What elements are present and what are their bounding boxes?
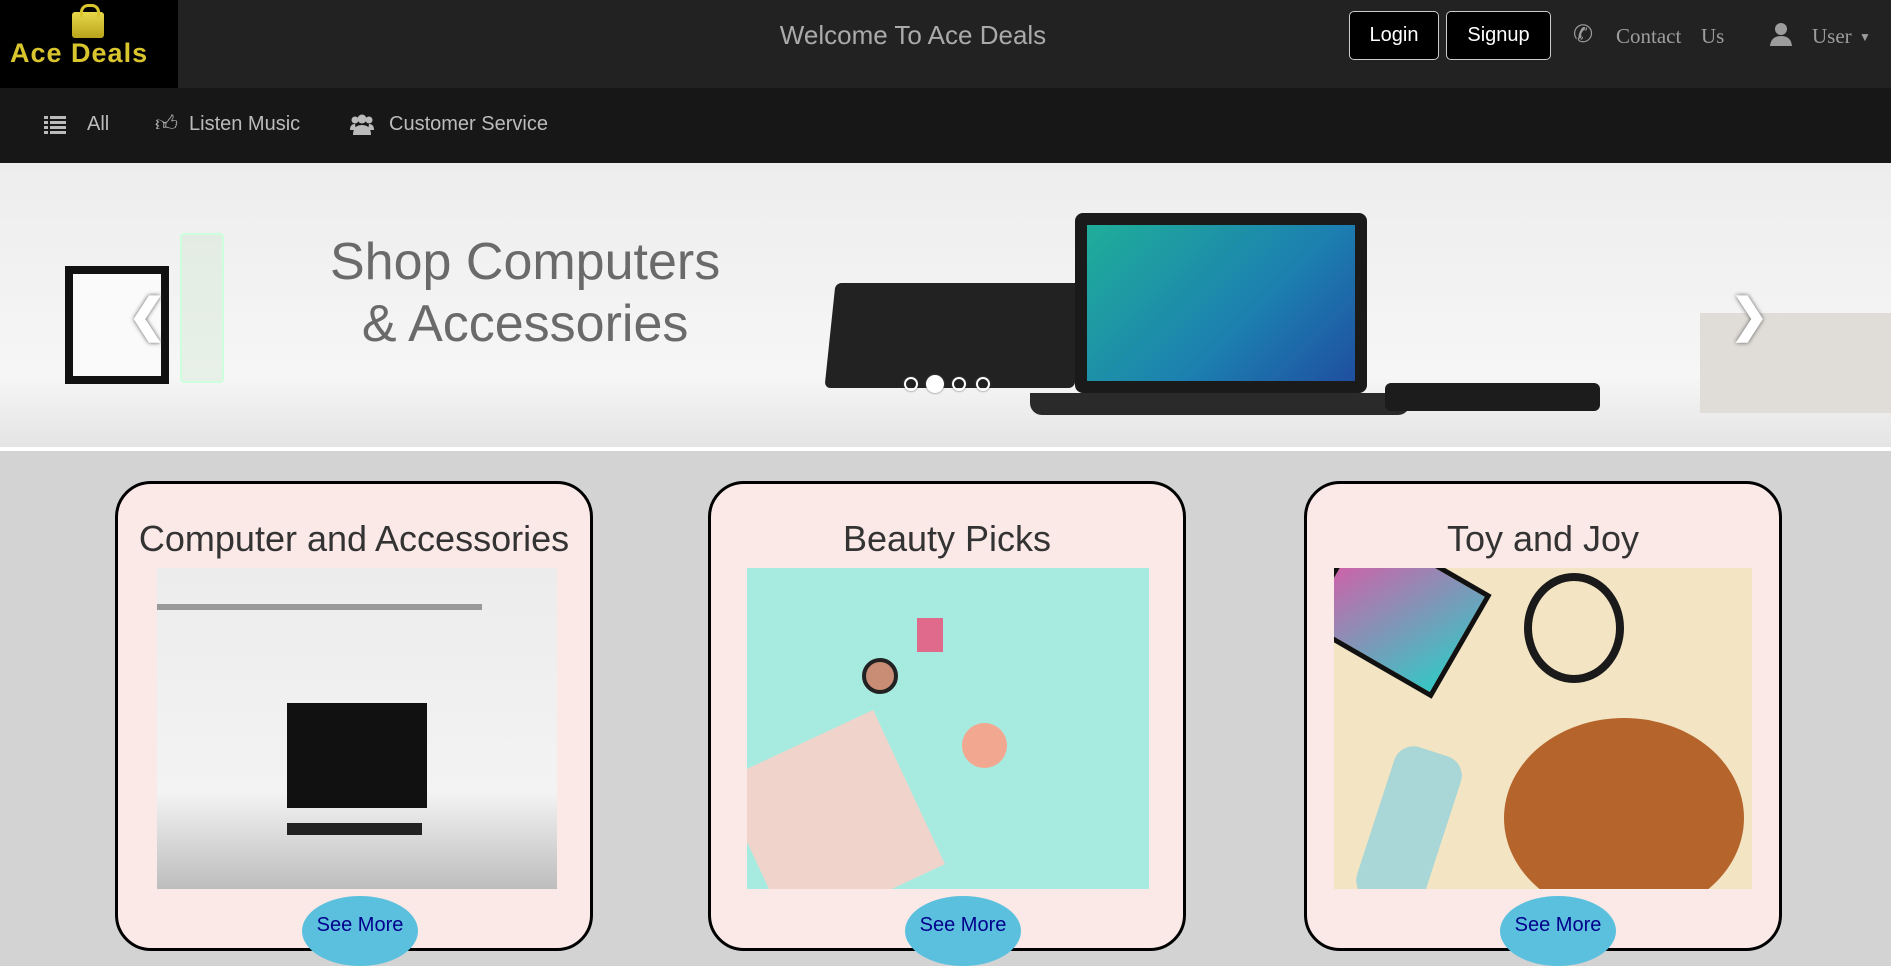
user-dropdown[interactable]: User xyxy=(1812,24,1852,49)
banner-divider xyxy=(0,447,1891,451)
toys-image xyxy=(1334,568,1752,889)
vase-image xyxy=(180,233,224,383)
signup-button[interactable]: Signup xyxy=(1446,11,1551,60)
nav-item-all[interactable]: All xyxy=(87,113,109,136)
nav-item-listen-music[interactable]: Listen Music xyxy=(189,113,300,136)
carousel-indicator-2[interactable] xyxy=(926,375,944,393)
carousel-indicator-3[interactable] xyxy=(952,377,966,391)
thumbs-up-icon: 👍︎ xyxy=(155,111,178,136)
contact-link[interactable]: Contact xyxy=(1616,24,1681,49)
user-icon xyxy=(1770,22,1792,51)
category-card-toys: Toy and Joy See More xyxy=(1304,481,1782,966)
laptop-image xyxy=(1075,213,1367,393)
banner-headline: Shop Computers & Accessories xyxy=(330,233,721,353)
nav-item-customer-service[interactable]: Customer Service xyxy=(389,113,548,136)
caret-down-icon[interactable]: ▼ xyxy=(1859,30,1871,44)
welcome-title: Welcome To Ace Deals xyxy=(779,20,1047,50)
carousel-next-arrow[interactable]: ❯ xyxy=(1730,288,1769,342)
desk-items-image xyxy=(1700,313,1891,413)
users-icon xyxy=(350,114,374,142)
see-more-button[interactable]: See More xyxy=(302,896,418,966)
top-header: Ace Deals Welcome To Ace Deals Login Sig… xyxy=(0,0,1891,88)
card-title: Beauty Picks xyxy=(842,518,1052,559)
category-card-computers: Computer and Accessories See More xyxy=(115,481,593,966)
login-button[interactable]: Login xyxy=(1349,11,1439,60)
computer-desk-image xyxy=(157,568,557,889)
hero-carousel[interactable]: Shop Computers & Accessories ❮ ❯ xyxy=(0,163,1891,447)
list-icon xyxy=(44,115,66,141)
card-title: Computer and Accessories xyxy=(138,518,570,559)
us-link[interactable]: Us xyxy=(1701,24,1724,49)
carousel-indicator-4[interactable] xyxy=(976,377,990,391)
carousel-prev-arrow[interactable]: ❮ xyxy=(128,288,167,342)
keyboard-image xyxy=(824,283,1086,388)
category-nav: All 👍︎ Listen Music Customer Service xyxy=(0,88,1891,163)
carousel-indicator-1[interactable] xyxy=(904,377,918,391)
router-image xyxy=(1385,383,1600,411)
phone-icon: ✆ xyxy=(1573,21,1594,48)
see-more-button[interactable]: See More xyxy=(905,896,1021,966)
see-more-button[interactable]: See More xyxy=(1500,896,1616,966)
makeup-image xyxy=(747,568,1149,889)
category-card-beauty: Beauty Picks See More xyxy=(708,481,1186,966)
card-title: Toy and Joy xyxy=(1446,518,1640,559)
